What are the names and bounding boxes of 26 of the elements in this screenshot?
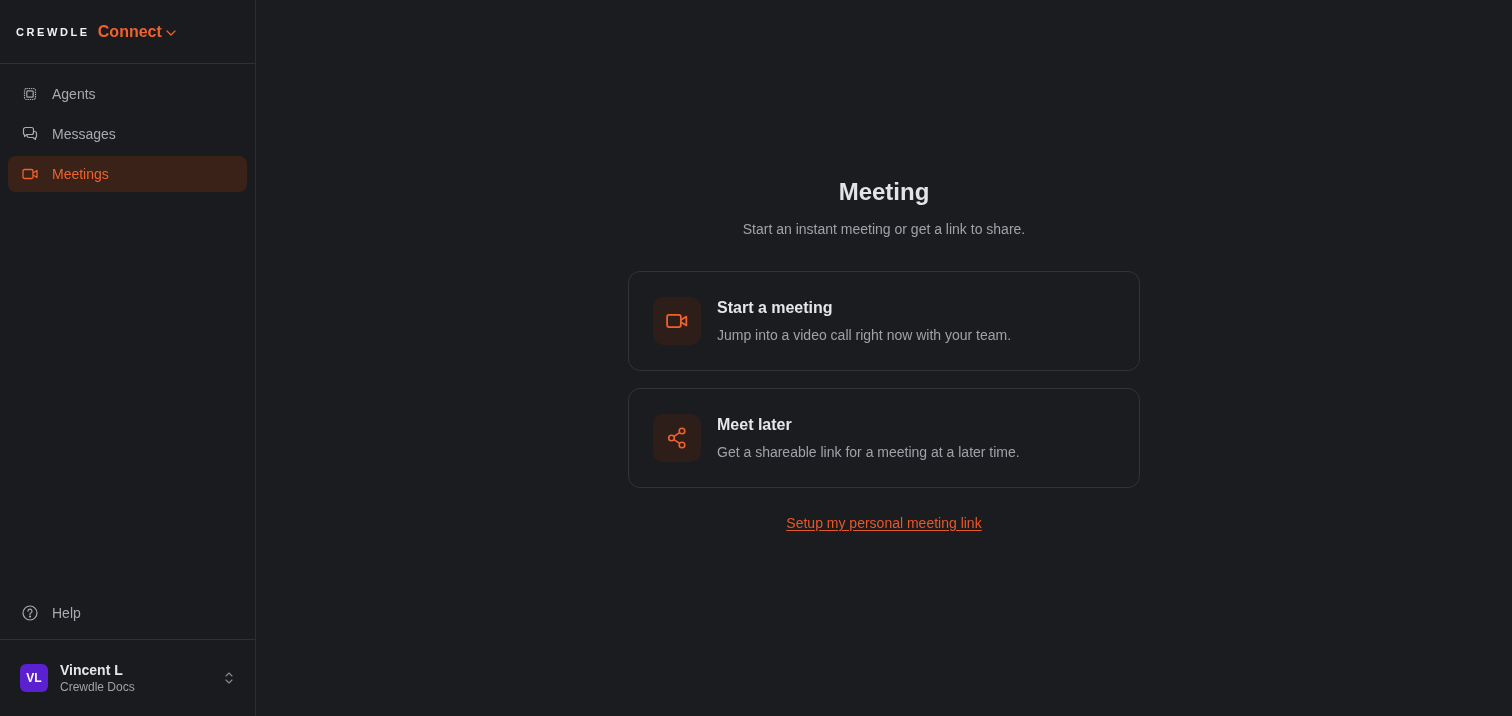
nav-item[interactable]: Meetings (8, 156, 247, 192)
video-camera-icon (22, 166, 38, 182)
option-description: Jump into a video call right now with your team. (717, 325, 1012, 345)
chip-icon (22, 86, 38, 102)
page-subtitle: Start an instant meeting or get a link to share. (742, 220, 1026, 239)
personal-link[interactable]: Setup my personal meeting link (786, 515, 982, 531)
avatar-initials: VL (20, 664, 48, 692)
nav-item[interactable]: Messages (8, 116, 247, 152)
chat-bubbles-icon (22, 126, 38, 142)
share-icon (653, 414, 701, 462)
page-title: Meeting (838, 177, 930, 207)
help-link[interactable]: Help (8, 595, 247, 631)
nav-item[interactable]: Agents (8, 76, 247, 112)
video-camera-icon (653, 297, 701, 345)
workspace-name: Crewdle Docs (60, 680, 136, 694)
option-description: Get a shareable link for a meeting at a later time. (717, 442, 1020, 462)
chevron-down-icon (165, 29, 176, 36)
help-icon (22, 605, 38, 621)
option-title: Meet later (717, 414, 793, 435)
brand-logo: CREWDLE (16, 24, 90, 39)
option-title: Start a meeting (717, 297, 834, 318)
chevron-up-down-icon[interactable] (225, 672, 233, 684)
option-card[interactable]: Meet later Get a shareable link for a meeting at a later time. (628, 388, 1140, 488)
product-switcher[interactable]: Connect (97, 22, 176, 41)
user-name: Vincent L (60, 662, 124, 678)
option-card[interactable]: Start a meeting Jump into a video call right now with your team. (628, 271, 1140, 371)
